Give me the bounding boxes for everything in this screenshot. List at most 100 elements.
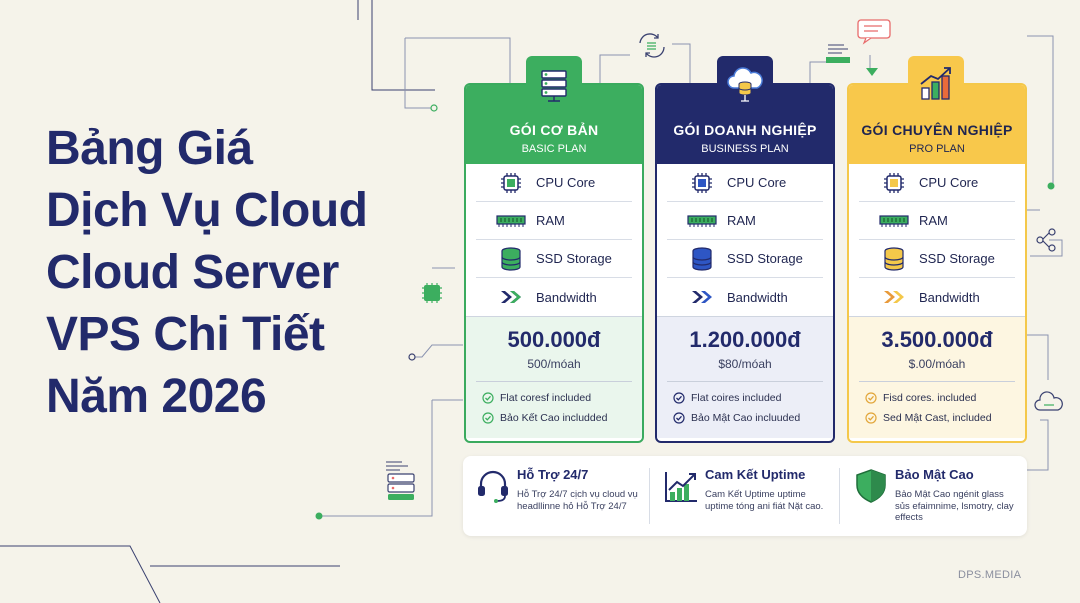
price-amount: 500.000đ: [507, 327, 601, 352]
feature-item: CPU Core: [476, 164, 632, 202]
feature-label: CPU Core: [727, 175, 787, 190]
plan-card-business[interactable]: GÓI DOANH NGHIỆP BUSINESS PLAN CPU Core …: [655, 83, 835, 443]
check-circle-icon: [482, 412, 494, 424]
feature-item: Bandwidth: [859, 278, 1015, 316]
ram-module-icon: [879, 210, 909, 232]
feature-label: SSD Storage: [536, 251, 612, 266]
headline-line-4: VPS Chi Tiết: [46, 308, 325, 361]
include-label: Bảo Mật Cao incluuded: [691, 412, 801, 424]
divider: [839, 468, 840, 524]
price-amount: 3.500.000đ: [881, 327, 993, 352]
include-item: Sed Mật Cast, included: [849, 408, 1025, 428]
database-stack-icon: [879, 246, 909, 271]
include-label: Flat coresf included: [500, 392, 592, 404]
feature-item: CPU Core: [859, 164, 1015, 202]
benefit-title: Hỗ Trợ 24/7: [517, 467, 589, 482]
feature-item: SSD Storage: [476, 240, 632, 278]
benefits-panel: Hỗ Trợ 24/7 Hỗ Trợ 24/7 cịch vụ cloud vụ…: [463, 456, 1027, 536]
cpu-chip-icon: [496, 172, 526, 194]
cloud-database-icon: [717, 56, 773, 112]
benefit-text: Bảo Mật Cao ngénit glass sủs efaimnime, …: [895, 489, 1014, 523]
uptime-chart-icon: [663, 468, 699, 504]
feature-item: RAM: [667, 202, 823, 240]
check-circle-icon: [673, 412, 685, 424]
feature-label: SSD Storage: [919, 251, 995, 266]
divider: [667, 381, 823, 382]
plan-card-basic[interactable]: GÓI CƠ BẢN BASIC PLAN CPU Core RAM SSD S…: [464, 83, 644, 443]
plan-card-pro[interactable]: GÓI CHUYÊN NGHIỆP PRO PLAN CPU Core RAM …: [847, 83, 1027, 443]
check-circle-icon: [673, 392, 685, 404]
feature-label: RAM: [919, 213, 948, 228]
page-headline: Bảng Giá Dịch Vụ Cloud Cloud Server VPS …: [46, 118, 446, 428]
feature-item: CPU Core: [667, 164, 823, 202]
headline-line-2: Dịch Vụ Cloud: [46, 184, 368, 237]
benefit-text: Hỗ Trợ 24/7 cịch vụ cloud vụ headllinne …: [517, 489, 638, 512]
benefit-title: Bảo Mật Cao: [895, 467, 974, 482]
feature-item: Bandwidth: [476, 278, 632, 316]
double-chevron-icon: [687, 286, 717, 308]
check-circle-icon: [482, 392, 494, 404]
double-chevron-icon: [496, 286, 526, 308]
price-amount: 1.200.000đ: [689, 327, 801, 352]
headset-icon: [475, 468, 511, 504]
feature-label: RAM: [727, 213, 756, 228]
price-block: 500.000đ 500/móah Flat coresf included B…: [466, 316, 642, 438]
divider: [649, 468, 650, 524]
price-period: $80/móah: [718, 357, 772, 371]
feature-label: Bandwidth: [919, 289, 980, 305]
plan-name: GÓI CƠ BẢN: [509, 122, 599, 138]
feature-item: RAM: [859, 202, 1015, 240]
include-item: Bảo Kết Cao includded: [466, 408, 642, 428]
price-period: $.00/móah: [908, 357, 966, 371]
ram-module-icon: [496, 210, 526, 232]
check-circle-icon: [865, 392, 877, 404]
benefit-title: Cam Kết Uptime: [705, 467, 806, 482]
include-label: Fisd cores. included: [883, 392, 977, 404]
server-rack-icon: [526, 56, 582, 112]
include-label: Bảo Kết Cao includded: [500, 412, 608, 424]
feature-list: CPU Core RAM SSD Storage Bandwidth: [466, 164, 642, 316]
benefit-support: Hỗ Trợ 24/7 Hỗ Trợ 24/7 cịch vụ cloud vụ…: [463, 456, 649, 536]
price-period: 500/móah: [527, 357, 581, 371]
growth-chart-icon: [908, 56, 964, 112]
plan-subtitle: BASIC PLAN: [521, 143, 587, 155]
include-item: Bảo Mật Cao incluuded: [657, 408, 833, 428]
cpu-chip-icon: [879, 172, 909, 194]
double-chevron-icon: [879, 286, 909, 308]
ram-module-icon: [687, 210, 717, 232]
include-item: Flat coresf included: [466, 388, 642, 408]
feature-item: SSD Storage: [859, 240, 1015, 278]
feature-label: SSD Storage: [727, 251, 803, 266]
divider: [476, 381, 632, 382]
benefit-uptime: Cam Kết Uptime Cam Kết Uptime uptime upt…: [651, 456, 837, 536]
include-label: Sed Mật Cast, included: [883, 412, 992, 424]
feature-label: CPU Core: [536, 175, 596, 190]
feature-label: Bandwidth: [536, 289, 597, 305]
headline-line-3: Cloud Server: [46, 246, 339, 299]
include-label: Flat coires included: [691, 392, 782, 404]
plan-subtitle: BUSINESS PLAN: [701, 143, 789, 155]
feature-item: SSD Storage: [667, 240, 823, 278]
benefit-security: Bảo Mật Cao Bảo Mật Cao ngénit glass sủs…: [841, 456, 1027, 536]
include-item: Fisd cores. included: [849, 388, 1025, 408]
shield-icon: [853, 468, 889, 504]
feature-list: CPU Core RAM SSD Storage Bandwidth: [849, 164, 1025, 316]
feature-label: RAM: [536, 213, 565, 228]
database-stack-icon: [496, 246, 526, 271]
headline-line-1: Bảng Giá: [46, 122, 253, 175]
plan-subtitle: PRO PLAN: [909, 143, 965, 155]
plan-name: GÓI CHUYÊN NGHIỆP: [861, 122, 1013, 138]
price-block: 1.200.000đ $80/móah Flat coires included…: [657, 316, 833, 438]
feature-item: Bandwidth: [667, 278, 823, 316]
brand-watermark: DPS.MEDIA: [958, 569, 1022, 581]
divider: [859, 381, 1015, 382]
feature-list: CPU Core RAM SSD Storage Bandwidth: [657, 164, 833, 316]
headline-line-5: Năm 2026: [46, 370, 267, 423]
cpu-chip-icon: [687, 172, 717, 194]
check-circle-icon: [865, 412, 877, 424]
feature-label: CPU Core: [919, 175, 979, 190]
benefit-text: Cam Kết Uptime uptime uptime tóng ani fi…: [705, 489, 824, 512]
plan-name: GÓI DOANH NGHIỆP: [673, 122, 817, 138]
include-item: Flat coires included: [657, 388, 833, 408]
database-stack-icon: [687, 246, 717, 271]
